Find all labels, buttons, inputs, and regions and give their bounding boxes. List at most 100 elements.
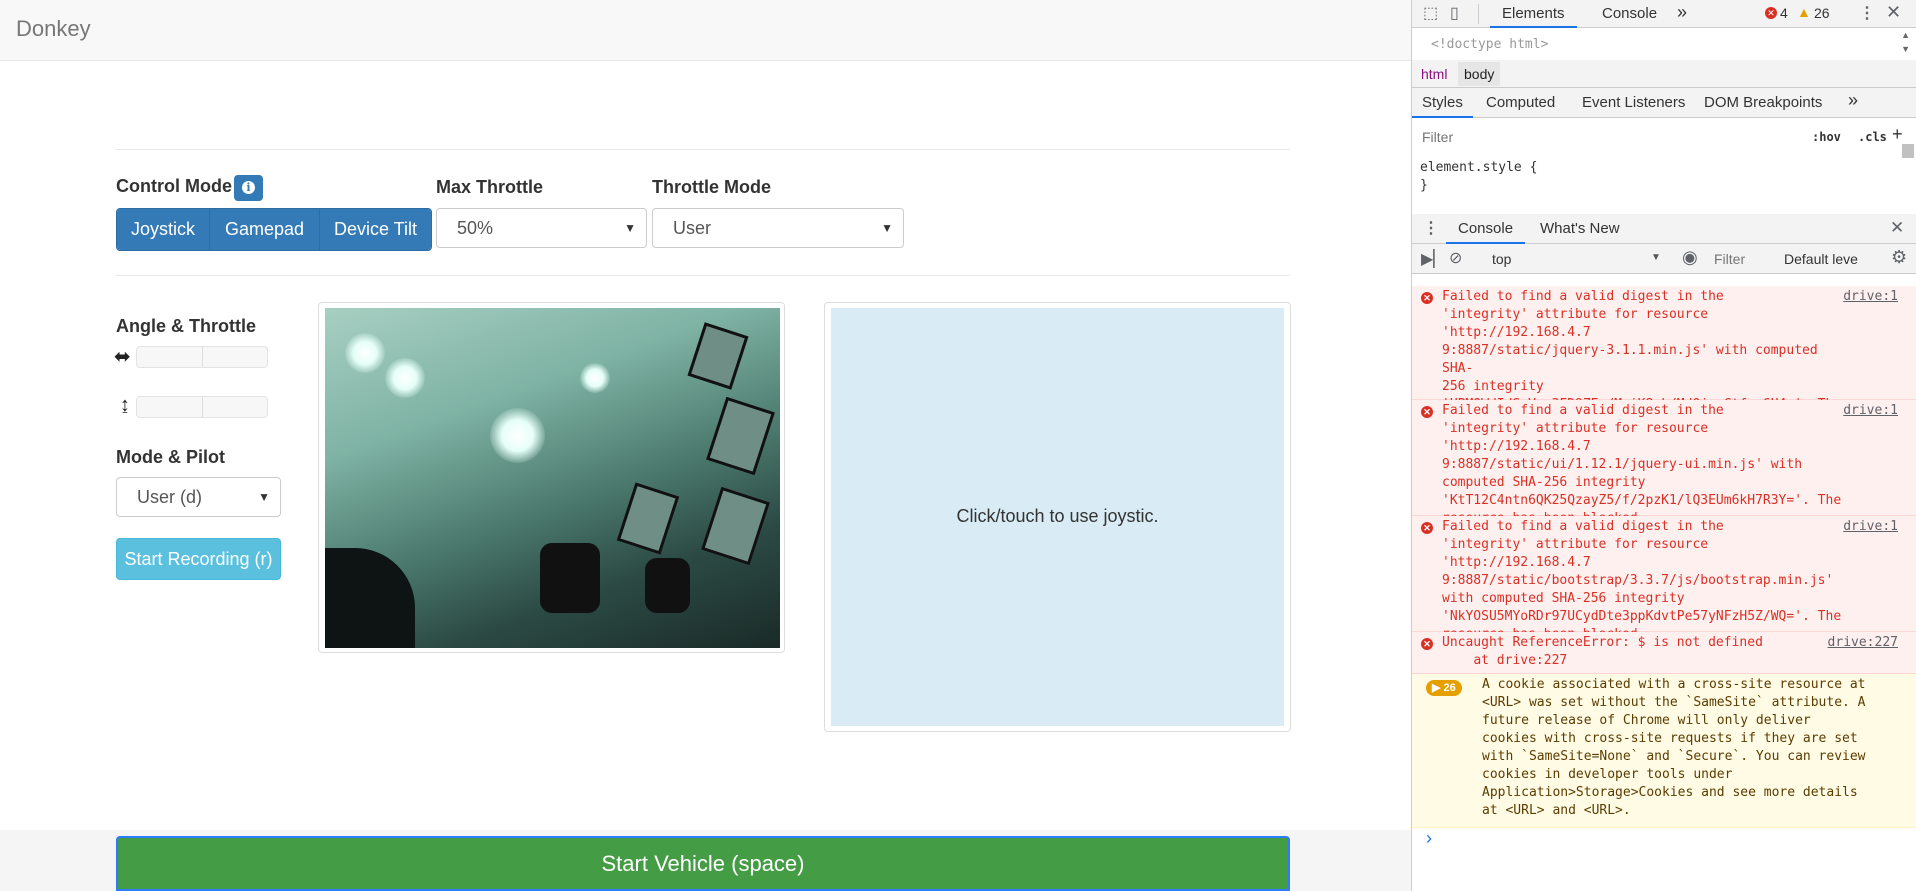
angle-slider[interactable] — [136, 346, 268, 368]
slider-center — [202, 347, 203, 367]
dom-tree: <!doctype html> ▲ ▼ — [1412, 28, 1916, 60]
info-icon: i — [242, 181, 255, 194]
tab-event-listeners[interactable]: Event Listeners — [1582, 94, 1685, 111]
ceiling-light — [385, 358, 425, 398]
slider-center — [202, 397, 203, 417]
device-toolbar-icon[interactable]: ▯ — [1450, 3, 1459, 23]
throttle-mode-label: Throttle Mode — [652, 177, 771, 197]
breadcrumb-html[interactable]: html — [1421, 66, 1447, 82]
up-down-arrow-icon: ↨ — [120, 394, 130, 416]
throttle-slider[interactable] — [136, 396, 268, 418]
angle-throttle-label: Angle & Throttle — [116, 316, 256, 336]
console-prompt[interactable]: › — [1412, 828, 1916, 852]
wall-frame — [616, 482, 680, 555]
warning-repeat-count: 26 — [1443, 682, 1456, 694]
more-options-icon[interactable]: ⋮ — [1423, 218, 1439, 238]
left-right-arrow-icon: ⬌ — [114, 346, 131, 368]
breadcrumb-body[interactable]: body — [1458, 62, 1501, 86]
divider — [116, 275, 1290, 276]
close-icon[interactable]: ✕ — [1886, 2, 1901, 23]
more-tabs-icon[interactable]: » — [1848, 90, 1858, 111]
wall-frame — [706, 396, 775, 476]
tab-console[interactable]: Console — [1602, 5, 1657, 22]
warning-count-badge[interactable]: ▶ 26 — [1426, 680, 1462, 696]
devtools-panel: ⬚ ▯ Elements Console » ✕ 4 ▲ 26 ⋮ ✕ <!do… — [1411, 0, 1916, 891]
tab-elements[interactable]: Elements — [1490, 5, 1577, 28]
divider — [116, 149, 1290, 150]
source-link[interactable]: drive:1 — [1843, 518, 1898, 536]
prompt-caret: › — [1426, 828, 1432, 848]
close-icon[interactable]: ✕ — [1890, 218, 1904, 238]
car-wheel — [645, 558, 690, 613]
sidebar-toggle-icon[interactable]: ▶▏ — [1421, 249, 1446, 269]
console-filter-input[interactable] — [1714, 249, 1766, 269]
inspect-element-icon[interactable]: ⬚ — [1423, 3, 1438, 23]
error-count[interactable]: 4 — [1780, 5, 1788, 21]
more-options-icon[interactable]: ⋮ — [1859, 3, 1875, 23]
info-button[interactable]: i — [234, 175, 263, 201]
joystick-hint: Click/touch to use joystic. — [956, 506, 1159, 526]
styles-pane: :hov .cls + element.style { } — [1412, 118, 1916, 215]
eye-icon[interactable]: ◉ — [1682, 247, 1698, 268]
dark-object — [325, 548, 415, 648]
more-tabs-icon[interactable]: » — [1677, 2, 1687, 23]
cls-toggle[interactable]: .cls — [1858, 130, 1887, 144]
console-error: ✕ Uncaught ReferenceError: $ is not defi… — [1412, 632, 1916, 674]
devtools-toolbar: ⬚ ▯ Elements Console » ✕ 4 ▲ 26 ⋮ ✕ — [1412, 0, 1916, 28]
ceiling-light — [345, 333, 385, 373]
tab-styles[interactable]: Styles — [1412, 94, 1473, 118]
error-icon: ✕ — [1421, 406, 1433, 418]
log-levels-select[interactable]: Default leve — [1784, 251, 1858, 267]
start-recording-button[interactable]: Start Recording (r) — [116, 538, 281, 580]
scroll-down-icon[interactable]: ▼ — [1901, 44, 1910, 54]
error-icon: ✕ — [1765, 7, 1777, 19]
wall-frame — [687, 322, 749, 390]
joystick-area[interactable]: Click/touch to use joystic. — [831, 308, 1284, 726]
chevron-down-icon: ▼ — [258, 490, 270, 504]
tab-computed[interactable]: Computed — [1486, 94, 1555, 111]
joystick-button[interactable]: Joystick — [117, 209, 210, 250]
styles-filter-input[interactable] — [1412, 126, 1802, 146]
styles-filter-field[interactable] — [1420, 128, 1784, 146]
clear-console-icon[interactable]: ⊘ — [1449, 248, 1462, 268]
wall-frame — [701, 486, 770, 566]
control-mode-label: Control Mode — [116, 176, 232, 196]
context-select[interactable]: top — [1492, 251, 1511, 267]
mode-pilot-label: Mode & Pilot — [116, 447, 225, 467]
source-link[interactable]: drive:1 — [1843, 402, 1898, 420]
console-error: ✕ Failed to find a valid digest in the '… — [1412, 286, 1916, 430]
styles-scrollbar[interactable] — [1902, 144, 1914, 158]
gamepad-button[interactable]: Gamepad — [210, 209, 320, 250]
start-vehicle-button[interactable]: Start Vehicle (space) — [116, 836, 1290, 891]
element-style-open[interactable]: element.style { — [1420, 160, 1537, 175]
brand-title[interactable]: Donkey — [16, 16, 91, 42]
mode-pilot-select[interactable]: User (d) ▼ — [116, 477, 281, 517]
hov-toggle[interactable]: :hov — [1812, 130, 1841, 144]
throttle-mode-select[interactable]: User ▼ — [652, 208, 904, 248]
scroll-up-icon[interactable]: ▲ — [1901, 30, 1910, 40]
throttle-mode-value: User — [673, 218, 712, 238]
warning-count[interactable]: 26 — [1814, 5, 1830, 21]
console-error: ✕ Failed to find a valid digest in the '… — [1412, 400, 1916, 526]
ceiling-light — [490, 408, 545, 463]
console-filter-field[interactable] — [1714, 249, 1764, 269]
source-link[interactable]: drive:227 — [1828, 634, 1898, 652]
chevron-down-icon[interactable]: ▼ — [1651, 252, 1661, 263]
doctype-node[interactable]: <!doctype html> — [1431, 37, 1548, 52]
chevron-down-icon: ▼ — [881, 221, 893, 235]
max-throttle-select[interactable]: 50% ▼ — [436, 208, 647, 248]
error-icon: ✕ — [1421, 522, 1433, 534]
navbar: Donkey — [0, 0, 1411, 61]
gear-icon[interactable]: ⚙ — [1891, 247, 1907, 268]
drawer-tab-whats-new[interactable]: What's New — [1540, 220, 1620, 237]
ceiling-light — [580, 363, 610, 393]
tab-dom-breakpoints[interactable]: DOM Breakpoints — [1704, 94, 1822, 111]
mode-pilot-value: User (d) — [137, 487, 203, 507]
source-link[interactable]: drive:1 — [1843, 288, 1898, 306]
max-throttle-value: 50% — [457, 218, 494, 238]
add-rule-icon[interactable]: + — [1892, 124, 1903, 145]
drawer-tab-console[interactable]: Console — [1446, 220, 1526, 244]
donkey-app: Donkey Control Mode i Joystick Gamepad D… — [0, 0, 1411, 891]
device-tilt-button[interactable]: Device Tilt — [320, 209, 431, 250]
console-message: Uncaught ReferenceError: $ is not define… — [1442, 635, 1763, 668]
